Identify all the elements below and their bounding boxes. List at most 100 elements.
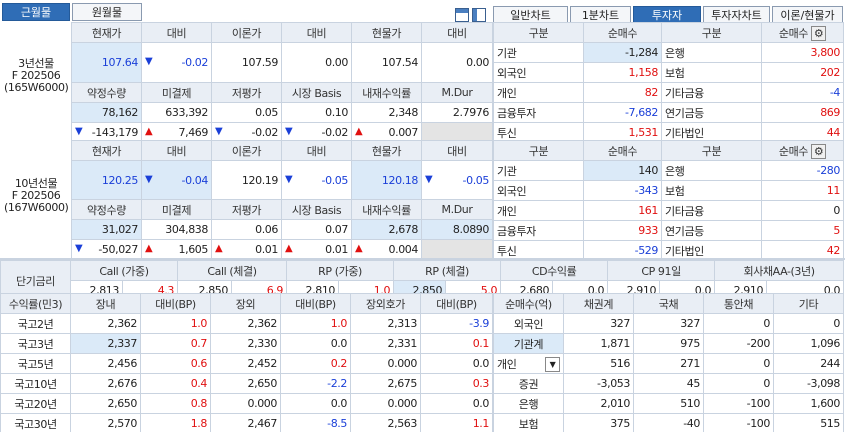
layout-split-icon[interactable] — [455, 8, 469, 22]
header-cell: M.Dur — [421, 82, 493, 103]
yield-change: 0.7 — [140, 333, 211, 354]
table-row[interactable]: 보험 375 -40 -100 515 — [493, 413, 844, 432]
tab-near-month[interactable]: 근월물 — [2, 3, 70, 21]
header-cell: 현물가 — [351, 22, 422, 43]
market-basis: 0.07 — [281, 219, 352, 240]
yield-value: 0.000 — [350, 393, 421, 414]
yield-change: 0.8 — [140, 393, 211, 414]
table-row[interactable]: 은행 2,010 510 -100 1,600 — [493, 393, 844, 414]
table-row[interactable]: 개인 ▼ 516 271 0 244 — [493, 353, 844, 374]
volume-change: ▼ -50,027 — [71, 239, 142, 260]
table-row[interactable]: 국고2년 2,362 1.0 2,362 1.0 2,313 -3.9 — [0, 313, 493, 334]
up-arrow-icon: ▲ — [145, 126, 153, 137]
netbuy-value: 515 — [773, 413, 844, 432]
down-arrow-icon: ▼ — [75, 126, 83, 137]
yield-value: 2,452 — [210, 353, 281, 374]
table-row[interactable]: 증권 -3,053 45 0 -3,098 — [493, 373, 844, 394]
futures-table-3y: 현재가 대비 이론가 대비 현물가 대비 107.64 ▼ -0.02 107.5… — [71, 22, 493, 143]
net-buy: -7,682 — [583, 102, 662, 123]
table-row[interactable]: 외국인 327 327 0 0 — [493, 313, 844, 334]
down-arrow-icon: ▼ — [285, 173, 293, 185]
gear-icon[interactable]: ⚙ — [811, 143, 827, 159]
bond-name: 국고3년 — [0, 333, 71, 354]
layout-split-icon[interactable] — [472, 8, 486, 22]
netbuy-value: 375 — [563, 413, 634, 432]
netbuy-value: 0 — [703, 353, 774, 374]
theory-change: ▼ -0.05 — [281, 160, 352, 200]
yield-value: 2,362 — [70, 313, 141, 334]
down-arrow-icon: ▼ — [285, 126, 293, 137]
gear-icon[interactable]: ⚙ — [811, 25, 827, 41]
header-cell: 기타 — [773, 293, 844, 314]
yield-value: 2,331 — [350, 333, 421, 354]
yield-value: 2,675 — [350, 373, 421, 394]
netbuy-value: 1,600 — [773, 393, 844, 414]
bond-name: 국고5년 — [0, 353, 71, 374]
header-cell: 미결제 — [141, 199, 212, 220]
header-cell: 채권계 — [563, 293, 634, 314]
netbuy-value: 327 — [563, 313, 634, 334]
yield-change: 0.4 — [140, 373, 211, 394]
header-cell: 대비 — [281, 22, 352, 43]
market-basis: 0.10 — [281, 102, 352, 123]
investor-name: 은행 — [493, 393, 564, 414]
down-arrow-icon: ▼ — [425, 173, 433, 185]
yield-value: 2,337 — [70, 333, 141, 354]
table-row[interactable]: 국고3년 2,337 0.7 2,330 0.0 2,331 0.1 — [0, 333, 493, 354]
netbuy-value: 1,871 — [563, 333, 634, 354]
netbuy-value: 244 — [773, 353, 844, 374]
down-arrow-icon: ▼ — [75, 243, 83, 254]
theory-price: 107.59 — [211, 42, 282, 83]
netbuy-value: -200 — [703, 333, 774, 354]
chevron-down-icon[interactable]: ▼ — [545, 356, 560, 372]
up-arrow-icon: ▲ — [285, 243, 293, 254]
open-interest: 633,392 — [141, 102, 212, 123]
investor-name: 보험 — [661, 62, 762, 83]
investor-name: 금융투자 — [493, 220, 584, 241]
investor-select[interactable]: 개인 ▼ — [493, 353, 564, 374]
netbuy-value: -3,053 — [563, 373, 634, 394]
yield-change: -2.2 — [280, 373, 351, 394]
investor-name: 은행 — [661, 42, 762, 63]
bond-netbuy-table: 순매수(억) 채권계 국채 통안채 기타 외국인 327 327 0 0 기관계 1,87… — [493, 293, 844, 432]
header-cell: 시장 Basis — [281, 199, 352, 220]
table-row[interactable]: 국고20년 2,650 0.8 0.000 0.0 0.000 0.0 — [0, 393, 493, 414]
header-cell: 장외 — [210, 293, 281, 314]
futures-label-3y: 3년선물 F 202506 (165W6000) — [4, 57, 69, 94]
investor-name: 은행 — [661, 160, 762, 181]
netbuy-value: -100 — [703, 393, 774, 414]
yield-change: -8.5 — [280, 413, 351, 432]
table-row[interactable]: 기관계 1,871 975 -200 1,096 — [493, 333, 844, 354]
table-row[interactable]: 국고5년 2,456 0.6 2,452 0.2 0.000 0.0 — [0, 353, 493, 374]
tab-far-month[interactable]: 원월물 — [72, 3, 142, 21]
yield-value: 2,467 — [210, 413, 281, 432]
investor-table-3y: 구분 순매수 구분 순매수 ⚙ 기관 -1,284 은행 3,800 외국인 1,158… — [493, 22, 844, 143]
yield-value: 2,330 — [210, 333, 281, 354]
net-buy: 82 — [583, 82, 662, 103]
net-buy: 11 — [761, 180, 844, 201]
table-row[interactable]: 국고10년 2,676 0.4 2,650 -2.2 2,675 0.3 — [0, 373, 493, 394]
table-row[interactable]: 국고30년 2,570 1.8 2,467 -8.5 2,563 1.1 — [0, 413, 493, 432]
bond-name: 국고20년 — [0, 393, 71, 414]
yield-change: 0.1 — [420, 333, 493, 354]
header-cell: 미결제 — [141, 82, 212, 103]
header-cell: 현재가 — [71, 140, 142, 161]
header-cell: 대비 — [141, 140, 212, 161]
spot-change: ▼ -0.05 — [421, 160, 493, 200]
spot-price: 120.18 — [351, 160, 422, 200]
header-cell: Call (체결) — [177, 260, 288, 281]
netbuy-value: -40 — [633, 413, 704, 432]
net-buy: 3,800 — [761, 42, 844, 63]
header-cell: 국채 — [633, 293, 704, 314]
yield-value: 0.000 — [210, 393, 281, 414]
investor-name: 개인 — [493, 200, 584, 221]
net-buy: 933 — [583, 220, 662, 241]
header-cell: 통안채 — [703, 293, 774, 314]
change-cell: ▼ -0.04 — [141, 160, 212, 200]
netbuy-value: 510 — [633, 393, 704, 414]
investor-name: 기타금융 — [661, 82, 762, 103]
yield-change: -3.9 — [420, 313, 493, 334]
investor-name: 금융투자 — [493, 102, 584, 123]
yield-value: 2,563 — [350, 413, 421, 432]
yield-value: 2,570 — [70, 413, 141, 432]
